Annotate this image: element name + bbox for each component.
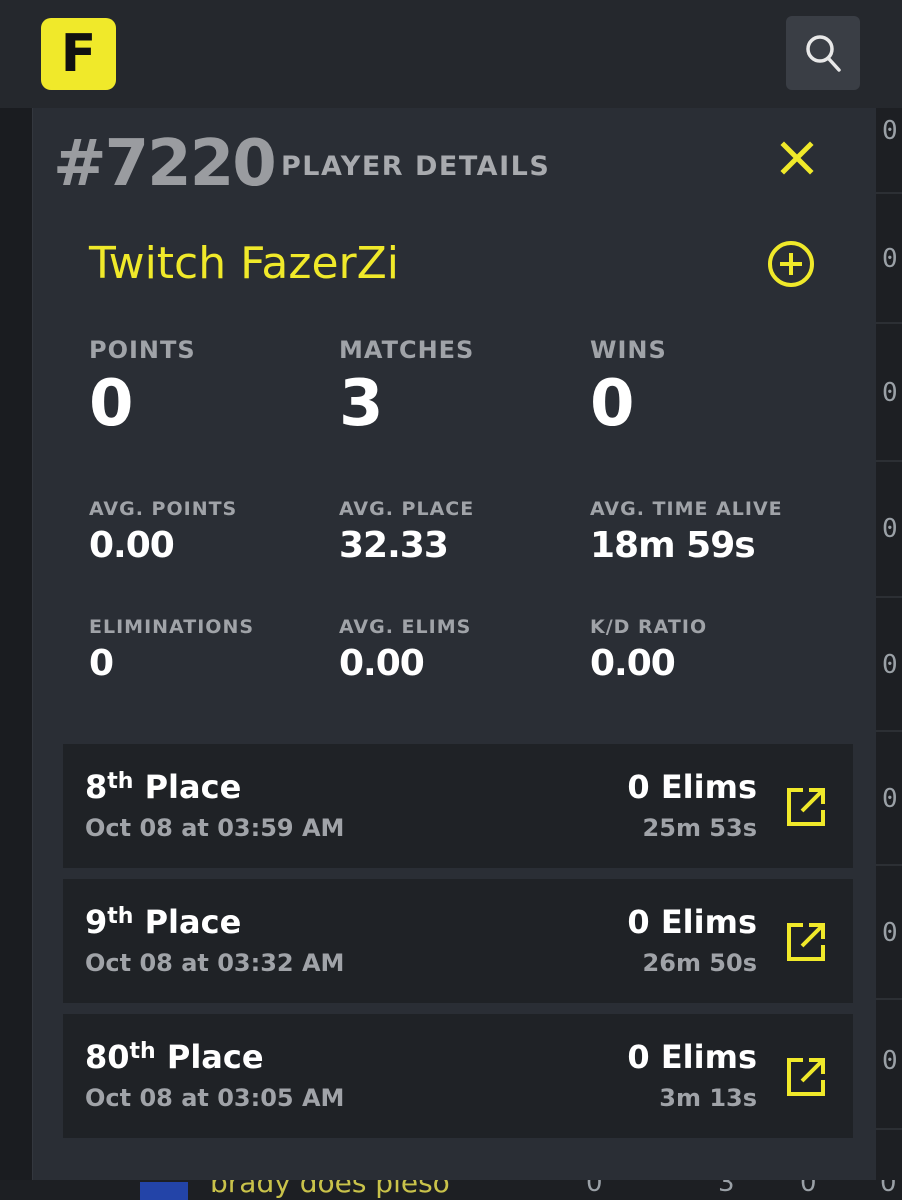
- background-row-stat: 3: [718, 1180, 735, 1198]
- external-link-icon: [787, 1058, 825, 1096]
- stat-value: 18m 59s: [590, 525, 756, 566]
- stat-value: 0: [89, 643, 114, 684]
- match-item[interactable]: 9th Place Oct 08 at 03:32 AM 0 Elims 26m…: [63, 879, 853, 1003]
- background-row-divider: [876, 460, 902, 462]
- match-item[interactable]: 8th Place Oct 08 at 03:59 AM 0 Elims 25m…: [63, 744, 853, 868]
- stat-label: WINS: [590, 336, 667, 364]
- background-row-divider: [876, 596, 902, 598]
- background-row-stat: 0: [586, 1180, 603, 1198]
- stat-avg-points: AVG. POINTS 0.00: [89, 498, 237, 564]
- open-match-button[interactable]: [783, 784, 829, 830]
- add-player-button[interactable]: [765, 238, 817, 290]
- match-date: Oct 08 at 03:32 AM: [85, 949, 345, 977]
- match-date: Oct 08 at 03:59 AM: [85, 814, 345, 842]
- avatar: [140, 1182, 188, 1200]
- place-suffix: th: [129, 1039, 156, 1064]
- stat-eliminations: ELIMINATIONS 0: [89, 616, 254, 682]
- logo[interactable]: F: [41, 18, 116, 90]
- match-duration: 26m 50s: [642, 949, 757, 977]
- match-elims: 0 Elims: [627, 903, 757, 941]
- match-elims: 0 Elims: [627, 768, 757, 806]
- match-place: 8th Place: [85, 768, 241, 806]
- background-list-row: brady does pieso 0 3 0 0: [0, 1180, 902, 1200]
- stat-label: AVG. PLACE: [339, 498, 475, 520]
- background-row-stat: 0: [800, 1180, 817, 1198]
- close-icon: [780, 141, 814, 175]
- plus-circle-icon: [768, 241, 814, 287]
- background-row-divider: [876, 998, 902, 1000]
- open-match-button[interactable]: [783, 1054, 829, 1100]
- background-cell: 0: [882, 514, 898, 544]
- search-icon: [806, 35, 841, 72]
- player-rank: #7220: [53, 127, 277, 201]
- background-cell: 0: [882, 784, 898, 814]
- stat-matches: MATCHES 3: [339, 336, 474, 436]
- stat-label: AVG. TIME ALIVE: [590, 498, 783, 520]
- stat-value: 0: [590, 367, 635, 441]
- place-number: 80: [85, 1038, 130, 1076]
- background-cell: 0: [882, 378, 898, 408]
- background-row-stat: 0: [880, 1180, 897, 1198]
- stat-value: 3: [339, 367, 384, 441]
- stat-label: MATCHES: [339, 336, 475, 364]
- background-cell: 0: [882, 918, 898, 948]
- external-link-icon: [787, 923, 825, 961]
- match-date: Oct 08 at 03:05 AM: [85, 1084, 345, 1112]
- place-word: Place: [144, 903, 242, 941]
- background-cell: 0: [882, 650, 898, 680]
- stat-wins: WINS 0: [590, 336, 667, 436]
- logo-letter: F: [60, 24, 97, 84]
- stat-kd-ratio: K/D RATIO 0.00: [590, 616, 707, 682]
- stat-avg-elims: AVG. ELIMS 0.00: [339, 616, 471, 682]
- stat-label: POINTS: [89, 336, 196, 364]
- match-place: 80th Place: [85, 1038, 264, 1076]
- stat-label: AVG. POINTS: [89, 498, 238, 520]
- match-duration: 3m 13s: [659, 1084, 757, 1112]
- stat-avg-place: AVG. PLACE 32.33: [339, 498, 474, 564]
- background-row-divider: [876, 1128, 902, 1130]
- background-row-divider: [876, 192, 902, 194]
- stat-points: POINTS 0: [89, 336, 196, 436]
- match-place: 9th Place: [85, 903, 241, 941]
- stat-value: 0.00: [590, 643, 676, 684]
- place-number: 8: [85, 768, 108, 806]
- place-suffix: th: [107, 904, 134, 929]
- background-row-divider: [876, 322, 902, 324]
- stat-label: AVG. ELIMS: [339, 616, 472, 638]
- open-match-button[interactable]: [783, 919, 829, 965]
- external-link-icon: [787, 788, 825, 826]
- place-suffix: th: [107, 769, 134, 794]
- match-duration: 25m 53s: [642, 814, 757, 842]
- stat-value: 0.00: [89, 525, 175, 566]
- player-name: Twitch FazerZi: [89, 238, 399, 289]
- top-bar: F: [0, 0, 902, 108]
- modal-title: PLAYER DETAILS: [281, 151, 551, 182]
- stat-label: ELIMINATIONS: [89, 616, 255, 638]
- match-elims: 0 Elims: [627, 1038, 757, 1076]
- background-cell: 0: [882, 244, 898, 274]
- stat-value: 0: [89, 367, 134, 441]
- stat-avg-time-alive: AVG. TIME ALIVE 18m 59s: [590, 498, 783, 564]
- stat-label: K/D RATIO: [590, 616, 708, 638]
- match-item[interactable]: 80th Place Oct 08 at 03:05 AM 0 Elims 3m…: [63, 1014, 853, 1138]
- close-button[interactable]: [775, 136, 819, 180]
- place-word: Place: [144, 768, 242, 806]
- background-row-divider: [876, 864, 902, 866]
- background-row-name: brady does pieso: [210, 1180, 450, 1199]
- background-row-divider: [876, 730, 902, 732]
- background-cell: 0: [882, 1046, 898, 1076]
- background-list-left: [0, 108, 32, 1180]
- stat-value: 0.00: [339, 643, 425, 684]
- background-cell: 0: [882, 116, 898, 146]
- stat-value: 32.33: [339, 525, 449, 566]
- place-word: Place: [166, 1038, 264, 1076]
- player-details-modal: #7220 PLAYER DETAILS Twitch FazerZi POIN…: [32, 108, 876, 1180]
- place-number: 9: [85, 903, 108, 941]
- search-button[interactable]: [786, 16, 860, 90]
